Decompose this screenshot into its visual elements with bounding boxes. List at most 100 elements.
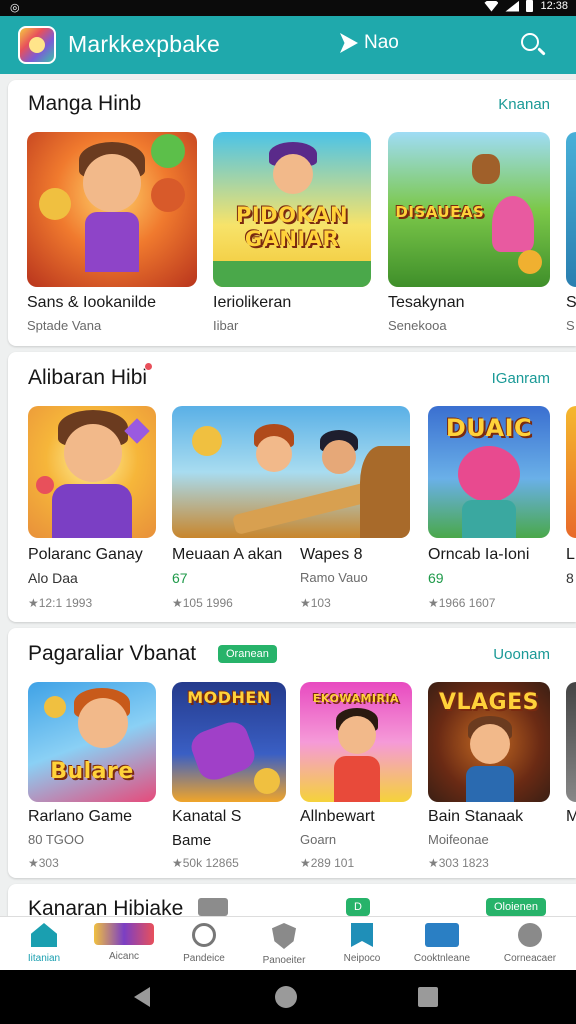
game-subtitle: Senekooa [388, 318, 447, 333]
app-logo-icon[interactable] [18, 26, 56, 64]
game-thumbnail: DISAUEAS [388, 132, 550, 287]
bottom-navigation: Iitanian Aicanc Pandeice Panoeiter Neipo… [0, 916, 576, 970]
game-rating: ★1966 1607 [428, 596, 496, 610]
system-navigation-bar [0, 970, 576, 1024]
character-face [470, 724, 510, 764]
game-logo-text: DISAUEAS [395, 203, 485, 222]
nav-item-games[interactable]: Aicanc [84, 923, 164, 962]
section-title: Manga Hinb [28, 92, 142, 115]
section-alibaran: Alibaran Hibi IGanram Polaranc Ganay Alo… [8, 352, 576, 622]
game-subtitle: S [566, 318, 575, 333]
game-card[interactable]: MODHEN Kanatal S Bame ★50k 12865 [172, 682, 288, 878]
game-name: Ieriolikeran [213, 294, 292, 311]
section-chip: Oranean [218, 645, 277, 663]
now-label: Nao [364, 32, 399, 53]
signal-icon [505, 0, 520, 12]
clock: 12:38 [540, 0, 568, 12]
game-price: 69 [428, 570, 444, 586]
game-price: 8 [566, 570, 574, 586]
game-card[interactable]: VLAGES Bain Stanaak Moifeonae ★303 1823 [428, 682, 552, 878]
game-name: Meuaan A akan [172, 546, 283, 563]
game-name: Orncab Ia-Ioni [428, 546, 530, 563]
nav-item-profile[interactable]: Corneacaer [490, 923, 570, 964]
character-face [338, 716, 376, 754]
section-more-link[interactable]: Knanan [498, 96, 550, 113]
game-logo-text: EKOWAMIRIA [312, 692, 400, 705]
play-bookmark-icon [340, 33, 358, 53]
game-card[interactable]: PIDOKAN GANIAR Ieriolikeran Iibar [213, 132, 371, 342]
game-name: Polaranc Ganay [28, 546, 143, 563]
game-subtitle: Moifeonae [428, 832, 489, 847]
game-rating: ★303 1823 [428, 856, 489, 870]
notification-dot [144, 362, 153, 371]
game-card[interactable]: Bulare Rarlano Game 80 TGOO ★303 [28, 682, 158, 878]
game-logo-text: Bulare [50, 758, 134, 784]
battery-icon [526, 0, 534, 12]
nav-item-discover[interactable]: Pandeice [164, 923, 244, 964]
wifi-icon [484, 0, 499, 12]
section-chip-secondary: Oloienen [486, 898, 547, 916]
game-card[interactable]: M [566, 682, 576, 878]
section-icon [198, 898, 228, 916]
game-card[interactable]: S S [566, 132, 576, 342]
game-thumbnail [27, 132, 197, 287]
nav-label: Iitanian [27, 953, 61, 964]
nav-label: Pandeice [183, 953, 225, 964]
game-logo-text: PIDOKAN GANIAR [235, 203, 349, 252]
app-bar: Markkexpbake Nao [0, 16, 576, 74]
game-name: Kanatal S [172, 808, 242, 825]
game-rating: ★50k 12865 [172, 856, 239, 870]
home-circle-icon[interactable] [275, 986, 297, 1008]
game-rating: ★303 [28, 856, 59, 870]
game-card[interactable]: DISAUEAS Tesakynan Senekooa [388, 132, 550, 342]
game-card[interactable]: EKOWAMIRIA Allnbewart Goarn ★289 101 [300, 682, 414, 878]
nav-item-home[interactable]: Iitanian [4, 923, 84, 964]
section-title: Alibaran Hibi [28, 366, 148, 389]
nav-item-protect[interactable]: Panoeiter [244, 923, 324, 966]
game-subtitle: Sptade Vana [27, 318, 102, 333]
game-subtitle: Goarn [300, 832, 337, 847]
game-thumbnail: DUAIC [428, 406, 550, 538]
game-name: Sans & Iookanilde [27, 294, 156, 311]
game-name: Bain Stanaak [428, 808, 524, 825]
search-icon [521, 33, 539, 51]
game-name: Allnbewart [300, 808, 375, 825]
game-subtitle: 80 TGOO [28, 832, 85, 847]
character-face [83, 154, 141, 212]
games-logo-icon [94, 923, 154, 945]
search-button[interactable] [518, 30, 548, 60]
game-card[interactable]: Sans & Iookanilde Sptade Vana [27, 132, 197, 342]
recents-icon[interactable] [418, 987, 438, 1007]
nav-item-saved[interactable]: Neipoco [322, 923, 402, 964]
game-name: Rarlano Game [28, 808, 133, 825]
game-name: Tesakynan [388, 294, 465, 311]
back-icon[interactable] [134, 987, 150, 1007]
section-more-link[interactable]: IGanram [492, 370, 550, 387]
game-card[interactable]: L 8 [566, 406, 576, 616]
nav-item-puzzle[interactable]: Cooktnleane [402, 923, 482, 964]
game-thumbnail [566, 406, 576, 538]
game-name: L [566, 546, 575, 563]
status-bar: ◎ 12:38 [0, 0, 576, 16]
game-rating: ★289 101 [300, 856, 355, 870]
puzzle-icon [425, 923, 459, 947]
section-pagaraliar: Pagaraliar Vbanat Oranean Uoonam Bulare … [8, 628, 576, 878]
character-face [273, 154, 313, 194]
game-rating: ★105 1996 [172, 596, 233, 610]
game-thumbnail: EKOWAMIRIA [300, 682, 412, 802]
game-card[interactable]: Polaranc Ganay Alo Daa ★12:1 1993 [28, 406, 156, 616]
nav-label: Cooktnleane [413, 953, 471, 964]
character-face [64, 424, 122, 482]
section-more-link[interactable]: Uoonam [493, 646, 550, 663]
game-card[interactable]: DUAIC Orncab Ia-Ioni 69 ★1966 1607 [428, 406, 550, 616]
game-subtitle: Bame [172, 832, 212, 849]
game-logo-text: VLAGES [438, 690, 539, 715]
game-thumbnail: Bulare [28, 682, 156, 802]
section-chip: D [346, 898, 370, 916]
game-thumbnail [172, 406, 410, 538]
game-card[interactable]: Meuaan A akan 67 ★105 1996 [172, 406, 410, 616]
game-name: S [566, 294, 576, 311]
game-thumbnail [566, 682, 576, 802]
now-button[interactable]: Nao [340, 32, 399, 54]
compass-icon [192, 923, 216, 947]
